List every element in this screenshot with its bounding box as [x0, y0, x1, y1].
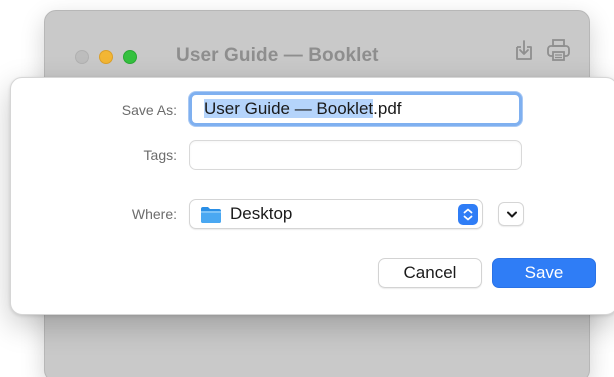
- tags-label: Tags:: [143, 147, 177, 163]
- cancel-button[interactable]: Cancel: [378, 258, 482, 288]
- save-dialog: Save As: User Guide — Booklet.pdf Tags: …: [10, 77, 614, 315]
- save-button[interactable]: Save: [492, 258, 596, 288]
- close-window-button[interactable]: [75, 50, 89, 64]
- folder-icon: [200, 206, 222, 224]
- chevron-down-icon: [507, 211, 517, 218]
- title-bar: User Guide — Booklet: [45, 11, 589, 83]
- maximize-window-button[interactable]: [123, 50, 137, 64]
- expand-dialog-button[interactable]: [498, 202, 524, 226]
- location-stepper[interactable]: [458, 204, 478, 225]
- filename-input[interactable]: User Guide — Booklet.pdf: [189, 92, 522, 126]
- where-label: Where:: [131, 206, 177, 222]
- filename-selection: User Guide — Booklet: [204, 99, 374, 118]
- where-popup-button[interactable]: Desktop: [189, 199, 483, 229]
- share-icon[interactable]: [511, 37, 537, 63]
- minimize-window-button[interactable]: [99, 50, 113, 64]
- print-icon[interactable]: [545, 37, 571, 63]
- tags-input[interactable]: [189, 140, 522, 170]
- screen: User Guide — Booklet Save As: User Guide…: [0, 0, 614, 377]
- save-as-label: Save As:: [121, 102, 177, 118]
- filename-extension: .pdf: [373, 99, 402, 118]
- window-title: User Guide — Booklet: [176, 45, 379, 66]
- where-value: Desktop: [230, 204, 293, 223]
